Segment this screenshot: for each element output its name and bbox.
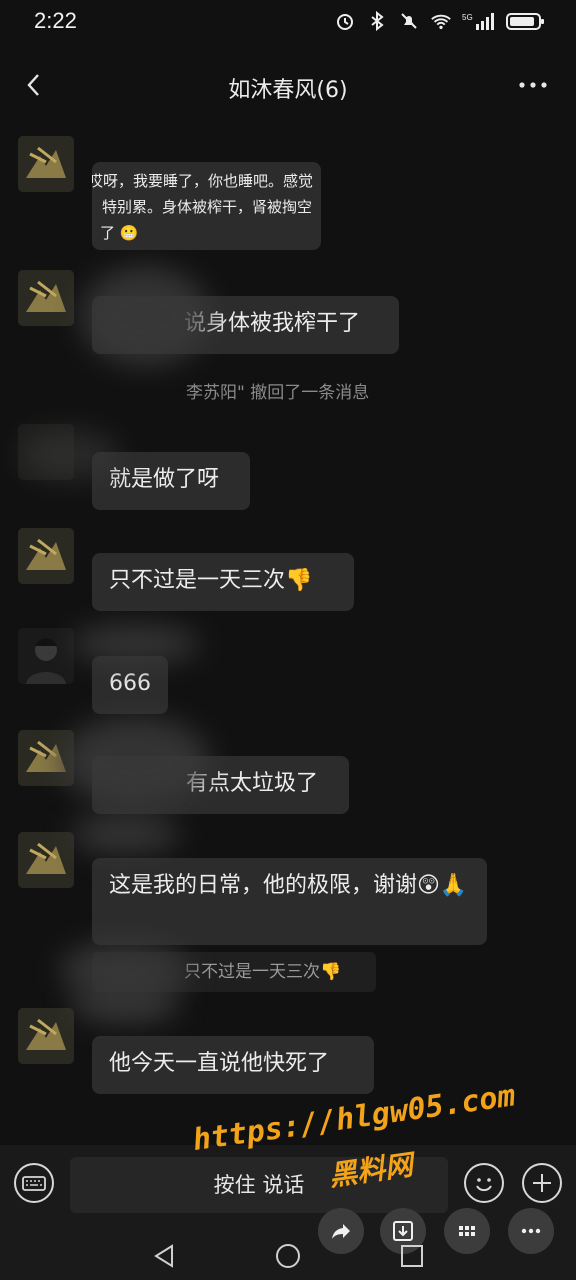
message-text: 这是我的日常，他的极限，谢谢😲🙏 xyxy=(109,873,468,898)
message-line: 了 😬 xyxy=(100,224,139,242)
message-5: 666 xyxy=(0,624,576,724)
chat-header: 如沐春风(6) xyxy=(0,58,576,118)
nav-back-icon[interactable] xyxy=(150,1242,178,1274)
watermark-name: 黑料网 xyxy=(327,1148,415,1193)
recall-notice: 李苏阳" 撤回了一条消息 xyxy=(186,383,370,403)
message-text: 666 xyxy=(109,671,151,696)
status-bar: 2:22 5G xyxy=(0,0,576,44)
avatar[interactable] xyxy=(18,270,74,326)
system-nav-bar xyxy=(0,1232,576,1280)
message-text: 就是做了呀 xyxy=(109,467,220,492)
avatar[interactable] xyxy=(18,136,74,192)
quote-text: 只不过是一天三次👎 xyxy=(184,962,342,982)
message-bubble[interactable]: 哎呀，我要睡了，你也睡吧。感觉 特别累。身体被榨干，肾被掏空 了 😬 xyxy=(92,162,321,250)
message-4: 只不过是一天三次👎 xyxy=(0,524,576,624)
avatar[interactable] xyxy=(18,528,74,584)
signal-5g-icon: 5G xyxy=(462,10,496,32)
message-text: 只不过是一天三次👎 xyxy=(109,568,313,593)
message-line: 特别累。身体被榨干，肾被掏空 xyxy=(102,198,313,216)
wifi-icon xyxy=(430,10,452,32)
avatar[interactable] xyxy=(18,1008,74,1064)
message-2: 说身体被我榨干了 xyxy=(0,266,576,376)
nav-recents-icon[interactable] xyxy=(398,1242,426,1274)
message-bubble[interactable]: 他今天一直说他快死了 xyxy=(92,1036,374,1094)
message-3: 就是做了呀 xyxy=(0,420,576,520)
redaction-smudge xyxy=(70,624,200,664)
nav-home-icon[interactable] xyxy=(274,1242,302,1274)
svg-text:5G: 5G xyxy=(462,13,473,22)
message-bubble[interactable]: 这是我的日常，他的极限，谢谢😲🙏 xyxy=(92,858,487,945)
chat-title: 如沐春风(6) xyxy=(228,78,348,103)
message-7: 这是我的日常，他的极限，谢谢😲🙏 xyxy=(0,814,576,948)
redaction-smudge xyxy=(20,430,120,480)
message-line: 哎呀，我要睡了，你也睡吧。感觉 xyxy=(92,172,314,190)
grimace-emoji-icon: 😬 xyxy=(119,224,139,242)
message-bubble[interactable]: 666 xyxy=(92,656,168,714)
avatar[interactable] xyxy=(18,628,74,684)
bluetooth-icon xyxy=(366,10,388,32)
status-time: 2:22 xyxy=(34,8,77,33)
alarm-icon xyxy=(334,10,356,32)
message-text: 他今天一直说他快死了 xyxy=(109,1051,330,1076)
redaction-smudge xyxy=(70,984,180,1024)
avatar[interactable] xyxy=(18,832,74,888)
message-6: 有点太垃圾了 xyxy=(0,716,576,826)
mute-icon xyxy=(398,10,420,32)
message-bubble[interactable]: 只不过是一天三次👎 xyxy=(92,553,354,611)
message-1: 哎呀，我要睡了，你也睡吧。感觉 特别累。身体被榨干，肾被掏空 了 😬 xyxy=(0,130,576,260)
redaction-smudge xyxy=(70,814,180,854)
redaction-smudge xyxy=(80,266,210,366)
redaction-smudge xyxy=(60,716,210,806)
keyboard-icon[interactable] xyxy=(14,1163,54,1203)
more-icon[interactable] xyxy=(516,70,550,100)
status-icons: 5G xyxy=(334,10,546,32)
battery-icon xyxy=(506,10,546,32)
message-text: 说身体被我榨干了 xyxy=(184,311,361,336)
